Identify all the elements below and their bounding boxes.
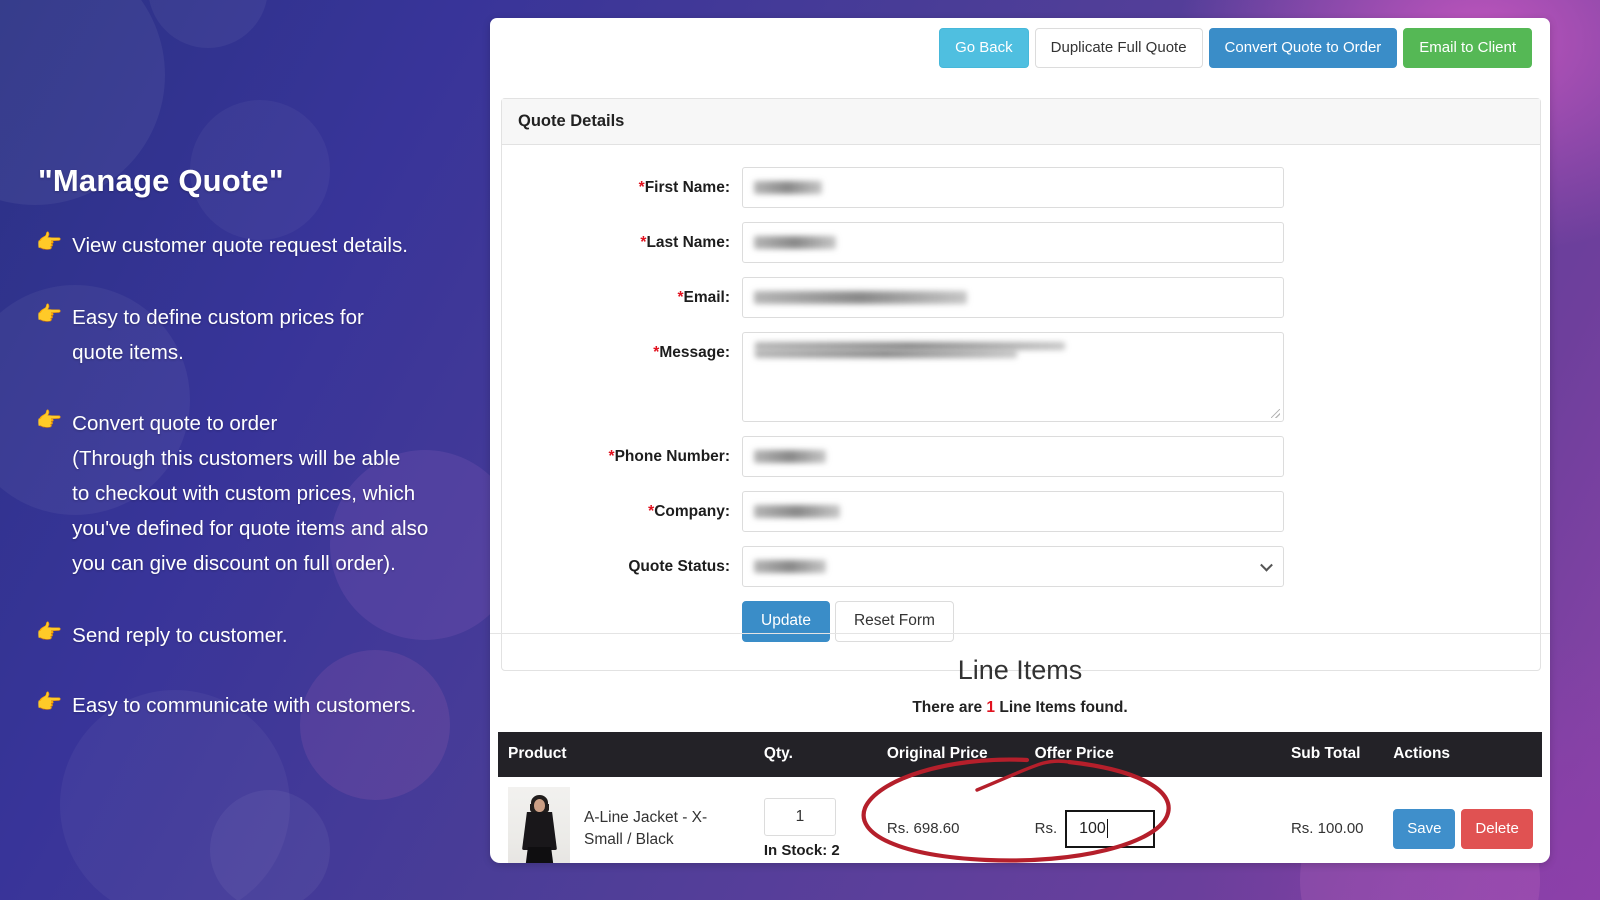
column-header-offer-price: Offer Price [1035,732,1291,777]
message-textarea[interactable] [742,332,1284,422]
delete-button[interactable]: Delete [1461,809,1532,849]
quote-status-select[interactable] [742,546,1284,587]
column-header-original-price: Original Price [887,732,1035,777]
promo-bullet-text: Easy to define custom prices for quote i… [72,300,364,370]
field-row-quote-status: Quote Status: [502,546,1540,587]
redacted-value [755,350,1017,358]
save-button[interactable]: Save [1393,809,1455,849]
column-header-product: Product [498,732,764,777]
email-label: *Email: [502,277,742,307]
top-toolbar: Go Back Duplicate Full Quote Convert Quo… [939,28,1532,68]
field-row-last-name: *Last Name: [502,222,1540,263]
last-name-label: *Last Name: [502,222,742,252]
promo-bullet-text: View customer quote request details. [72,228,408,263]
email-field[interactable] [742,277,1284,318]
message-label: *Message: [502,332,742,362]
convert-quote-to-order-button[interactable]: Convert Quote to Order [1209,28,1398,68]
line-items-count: There are 1 Line Items found. [490,699,1550,717]
promo-panel: "Manage Quote" 👉 View customer quote req… [0,0,490,900]
field-row-message: *Message: [502,332,1540,422]
section-divider [490,633,1550,634]
promo-bullet-text: Easy to communicate with customers. [72,688,416,723]
table-row: A-Line Jacket - X-Small / Black 1 In Sto… [498,777,1542,863]
original-price-value: Rs. 698.60 [887,820,960,837]
quote-details-card: Quote Details *First Name: *Last Name: [501,98,1541,671]
company-field[interactable] [742,491,1284,532]
go-back-button[interactable]: Go Back [939,28,1029,68]
cell-sub-total: Rs. 100.00 [1291,777,1393,863]
quote-details-form: *First Name: *Last Name: [502,145,1540,670]
quote-details-header: Quote Details [502,99,1540,145]
cell-original-price: Rs. 698.60 [887,777,1035,863]
promo-bullet-4: 👉 Send reply to customer. [36,618,288,653]
app-background: "Manage Quote" 👉 View customer quote req… [0,0,1600,900]
promo-bullet-2: 👉 Easy to define custom prices for quote… [36,300,364,370]
update-button[interactable]: Update [742,601,830,642]
offer-currency-label: Rs. [1035,820,1058,837]
page-title: "Manage Quote" [38,163,284,199]
column-header-actions: Actions [1393,732,1542,777]
first-name-field[interactable] [742,167,1284,208]
pointing-hand-icon: 👉 [36,300,62,329]
cell-actions: Save Delete [1393,777,1542,863]
redacted-value [754,560,826,573]
redacted-value [754,450,826,463]
line-items-table: Product Qty. Original Price Offer Price … [498,732,1542,863]
cell-qty: 1 In Stock: 2 [764,777,887,863]
promo-bullet-text: Send reply to customer. [72,618,287,653]
promo-bullet-1: 👉 View customer quote request details. [36,228,408,263]
phone-number-field[interactable] [742,436,1284,477]
offer-price-input[interactable]: 100 [1065,810,1155,848]
qty-input[interactable]: 1 [764,798,836,836]
redacted-value [754,181,822,194]
promo-bullet-text: Convert quote to order (Through this cus… [72,406,428,581]
company-label: *Company: [502,491,742,521]
last-name-field[interactable] [742,222,1284,263]
promo-bullet-3: 👉 Convert quote to order (Through this c… [36,406,428,581]
field-row-company: *Company: [502,491,1540,532]
quote-status-label: Quote Status: [502,546,742,576]
product-thumbnail [508,787,570,863]
first-name-label: *First Name: [502,167,742,197]
cell-offer-price: Rs. 100 [1035,777,1291,863]
promo-bullet-5: 👉 Easy to communicate with customers. [36,688,416,723]
table-header-row: Product Qty. Original Price Offer Price … [498,732,1542,777]
redacted-value [754,236,836,249]
chevron-down-icon [1260,558,1273,571]
quote-manage-panel: Go Back Duplicate Full Quote Convert Quo… [490,18,1550,863]
in-stock-label: In Stock: 2 [764,842,887,859]
field-row-email: *Email: [502,277,1540,318]
quote-details-title: Quote Details [518,112,624,131]
field-row-phone: *Phone Number: [502,436,1540,477]
column-header-sub-total: Sub Total [1291,732,1393,777]
line-items-title: Line Items [490,655,1550,686]
form-action-buttons: Update Reset Form [742,601,1540,642]
line-items-count-number: 1 [986,699,995,716]
line-items-count-prefix: There are [912,699,982,716]
column-header-qty: Qty. [764,732,887,777]
product-name: A-Line Jacket - X-Small / Black [584,807,734,851]
redacted-value [755,342,1065,350]
text-cursor [1107,819,1108,838]
duplicate-full-quote-button[interactable]: Duplicate Full Quote [1035,28,1203,68]
pointing-hand-icon: 👉 [36,618,62,647]
email-to-client-button[interactable]: Email to Client [1403,28,1532,68]
sub-total-value: Rs. 100.00 [1291,820,1364,837]
pointing-hand-icon: 👉 [36,688,62,717]
reset-form-button[interactable]: Reset Form [835,601,954,642]
phone-number-label: *Phone Number: [502,436,742,466]
redacted-value [754,291,967,304]
line-items-count-suffix: Line Items found. [999,699,1127,716]
pointing-hand-icon: 👉 [36,406,62,435]
cell-product: A-Line Jacket - X-Small / Black [498,777,764,863]
field-row-first-name: *First Name: [502,167,1540,208]
redacted-value [754,505,840,518]
offer-price-value: 100 [1079,820,1106,838]
pointing-hand-icon: 👉 [36,228,62,257]
